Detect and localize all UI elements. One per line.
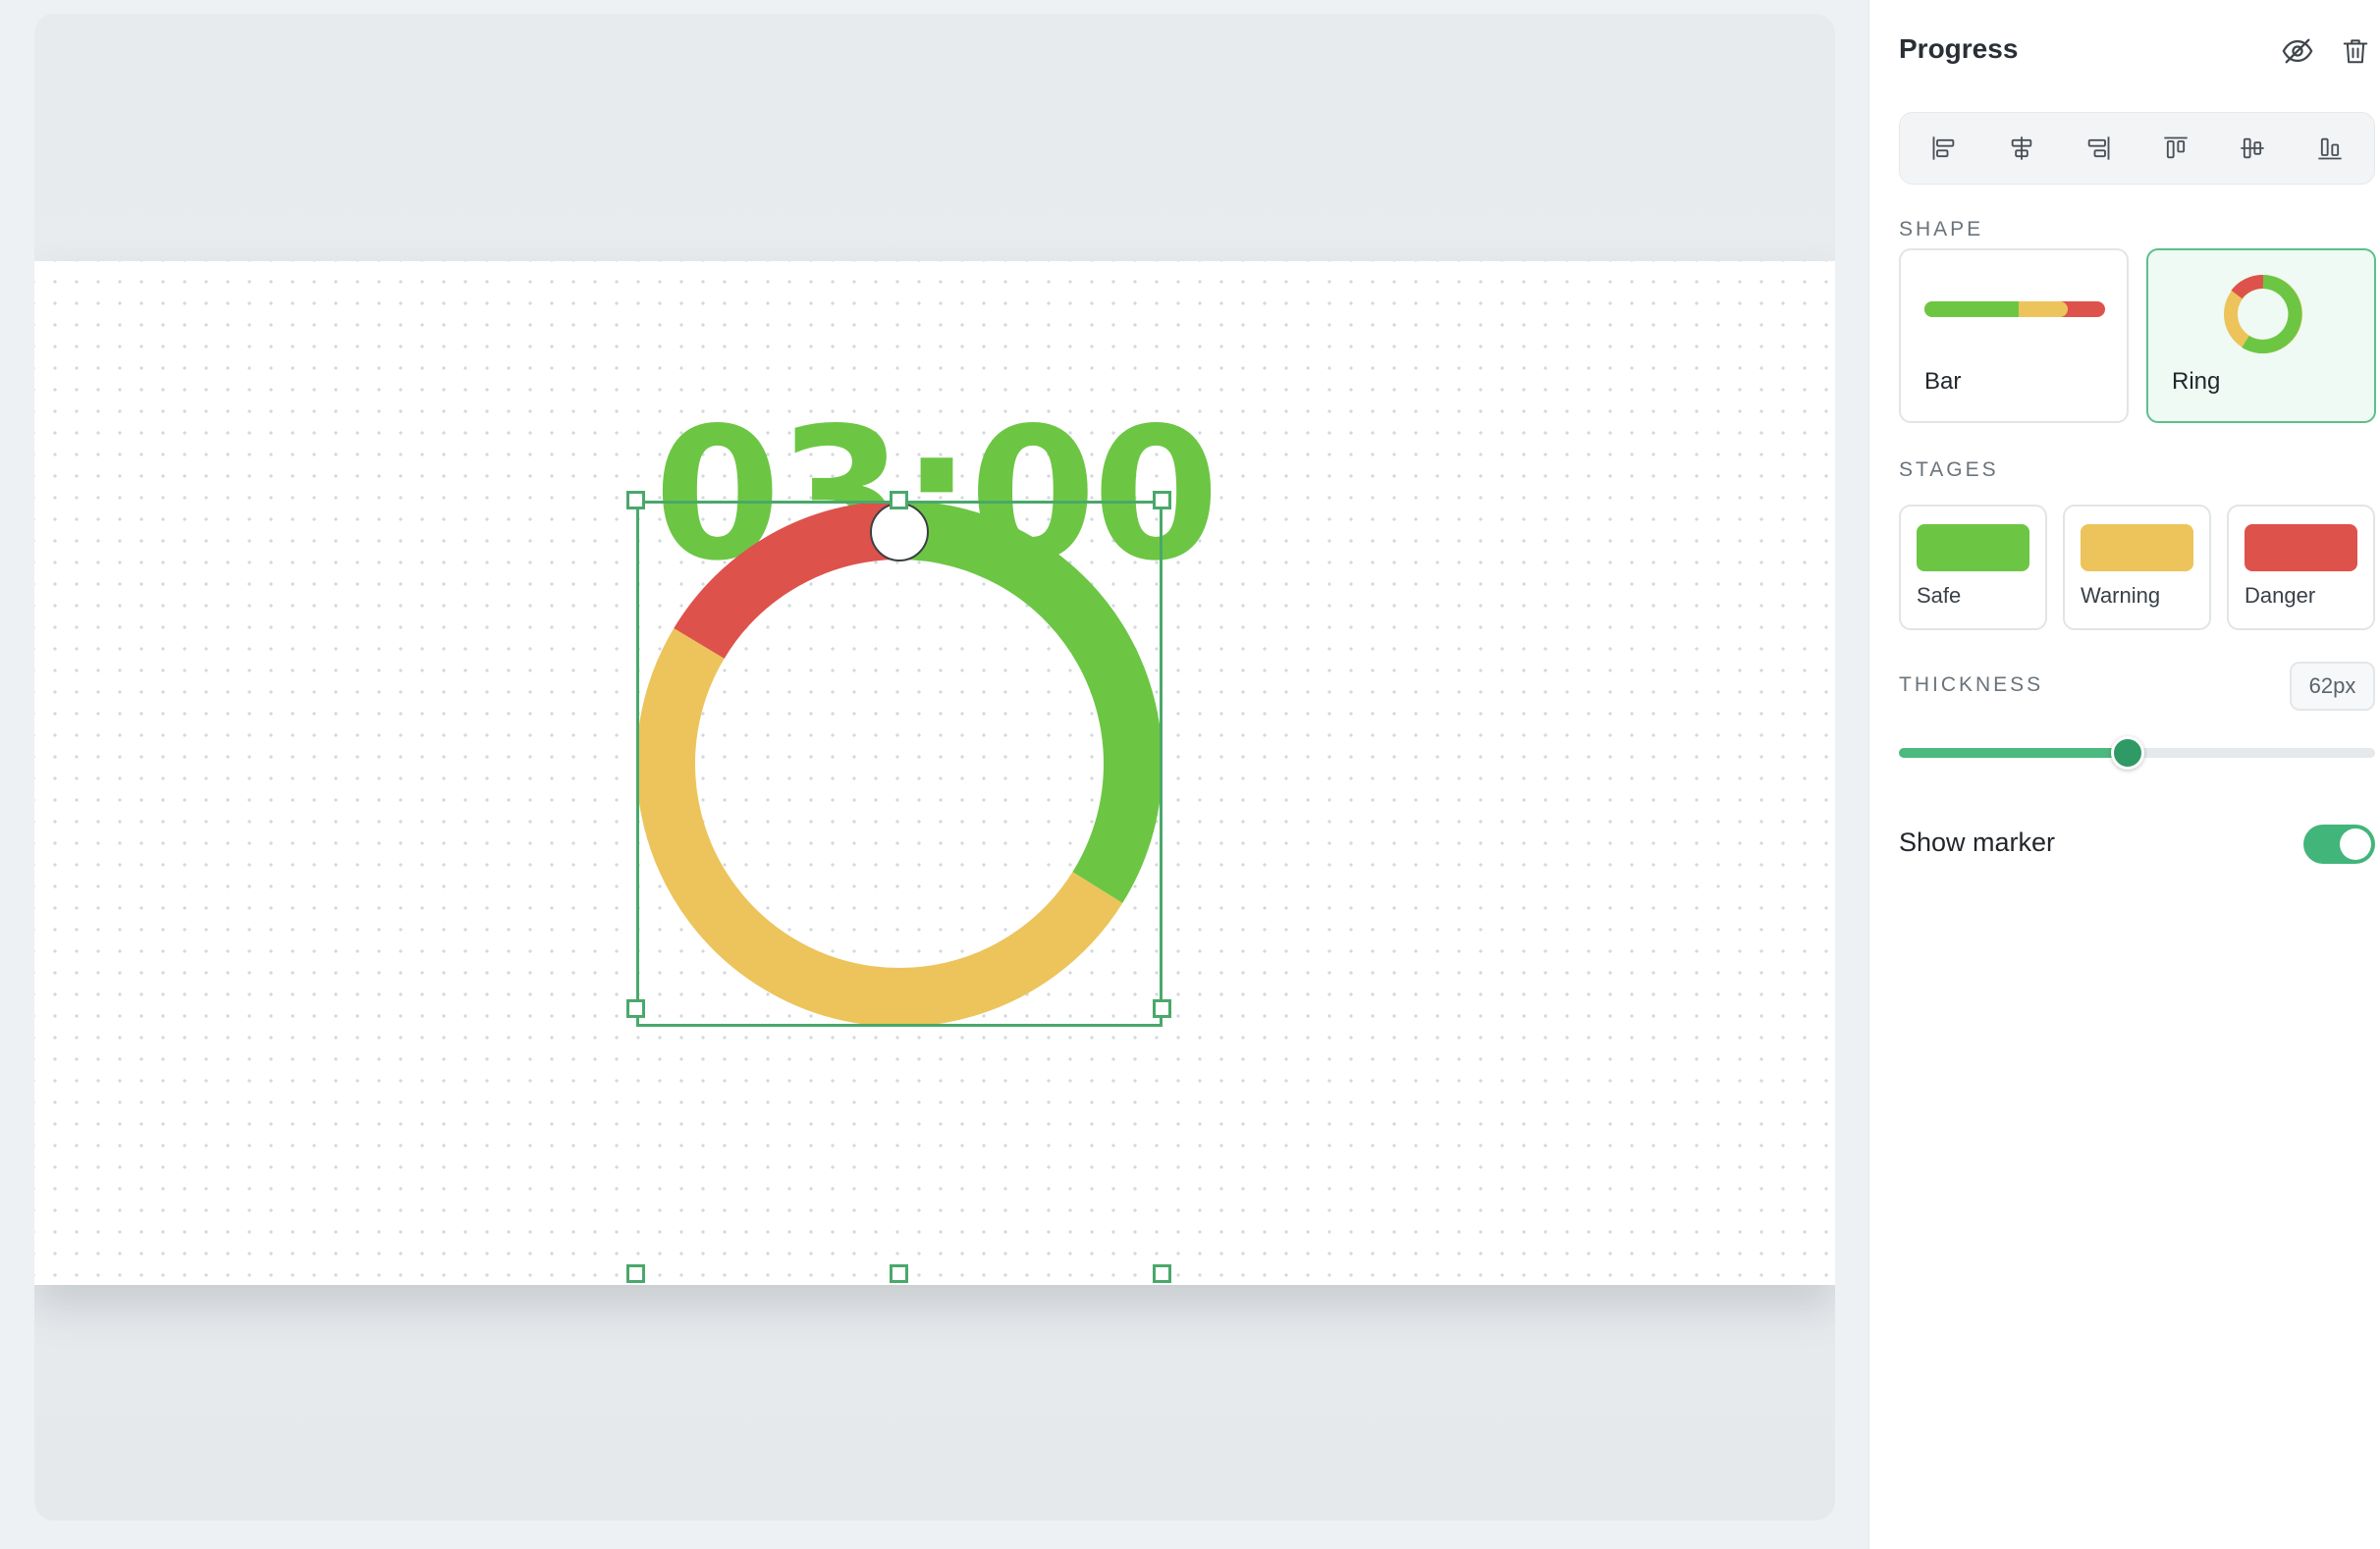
- stage-color-swatch[interactable]: [1917, 524, 2029, 571]
- panel-title: Progress: [1899, 33, 2019, 64]
- show-marker-toggle[interactable]: [2303, 825, 2375, 864]
- align-top-icon[interactable]: [2148, 121, 2203, 176]
- thickness-value-field[interactable]: 62px: [2290, 662, 2375, 711]
- shape-option-ring[interactable]: Ring: [2146, 248, 2376, 423]
- shape-section-label: SHAPE: [1899, 218, 1984, 240]
- resize-handle-bottom-right[interactable]: [1153, 1264, 1171, 1283]
- alignment-toolbar: [1899, 112, 2375, 185]
- stage-label: Danger: [2245, 583, 2316, 608]
- align-center-horizontal-icon[interactable]: [1994, 121, 2049, 176]
- show-marker-label: Show marker: [1899, 828, 2056, 857]
- align-left-icon[interactable]: [1917, 121, 1972, 176]
- slider-thumb[interactable]: [2110, 736, 2144, 770]
- resize-handle-top-right[interactable]: [1153, 491, 1171, 509]
- stage-color-swatch[interactable]: [2081, 524, 2193, 571]
- ring-shape-icon: [2224, 275, 2302, 353]
- align-center-vertical-icon[interactable]: [2225, 121, 2280, 176]
- align-right-icon[interactable]: [2071, 121, 2126, 176]
- resize-handle-bottom-left[interactable]: [626, 1264, 645, 1283]
- thickness-slider[interactable]: [1899, 736, 2375, 770]
- stage-danger[interactable]: Danger: [2227, 505, 2375, 630]
- resize-handle-top-left[interactable]: [626, 491, 645, 509]
- align-bottom-icon[interactable]: [2302, 121, 2357, 176]
- bar-shape-icon: [1924, 301, 2105, 317]
- stages-section-label: STAGES: [1899, 458, 1999, 481]
- trash-icon[interactable]: [2334, 29, 2377, 73]
- slider-fill: [1899, 748, 2128, 758]
- selection-box: [636, 501, 1163, 1027]
- stage-label: Safe: [1917, 583, 1962, 608]
- stage-color-swatch[interactable]: [2245, 524, 2357, 571]
- panel-header: Progress: [1899, 29, 2368, 73]
- stage-warning[interactable]: Warning: [2063, 505, 2211, 630]
- stage-label: Warning: [2081, 583, 2161, 608]
- resize-handle-right[interactable]: [1153, 999, 1171, 1018]
- resize-handle-top[interactable]: [890, 491, 908, 509]
- properties-panel: Progress SHAPE Bar Ring STAGES Safe Warn…: [1868, 0, 2380, 1549]
- resize-handle-left[interactable]: [626, 999, 645, 1018]
- stage-safe[interactable]: Safe: [1899, 505, 2047, 630]
- shape-option-label: Bar: [1924, 368, 1962, 395]
- canvas-area: 03:00: [0, 0, 1868, 1549]
- toggle-knob: [2340, 828, 2371, 860]
- thickness-section-label: THICKNESS: [1899, 673, 2044, 696]
- eye-off-icon[interactable]: [2276, 29, 2319, 73]
- shape-option-bar[interactable]: Bar: [1899, 248, 2129, 423]
- shape-option-label: Ring: [2172, 368, 2221, 395]
- resize-handle-bottom[interactable]: [890, 1264, 908, 1283]
